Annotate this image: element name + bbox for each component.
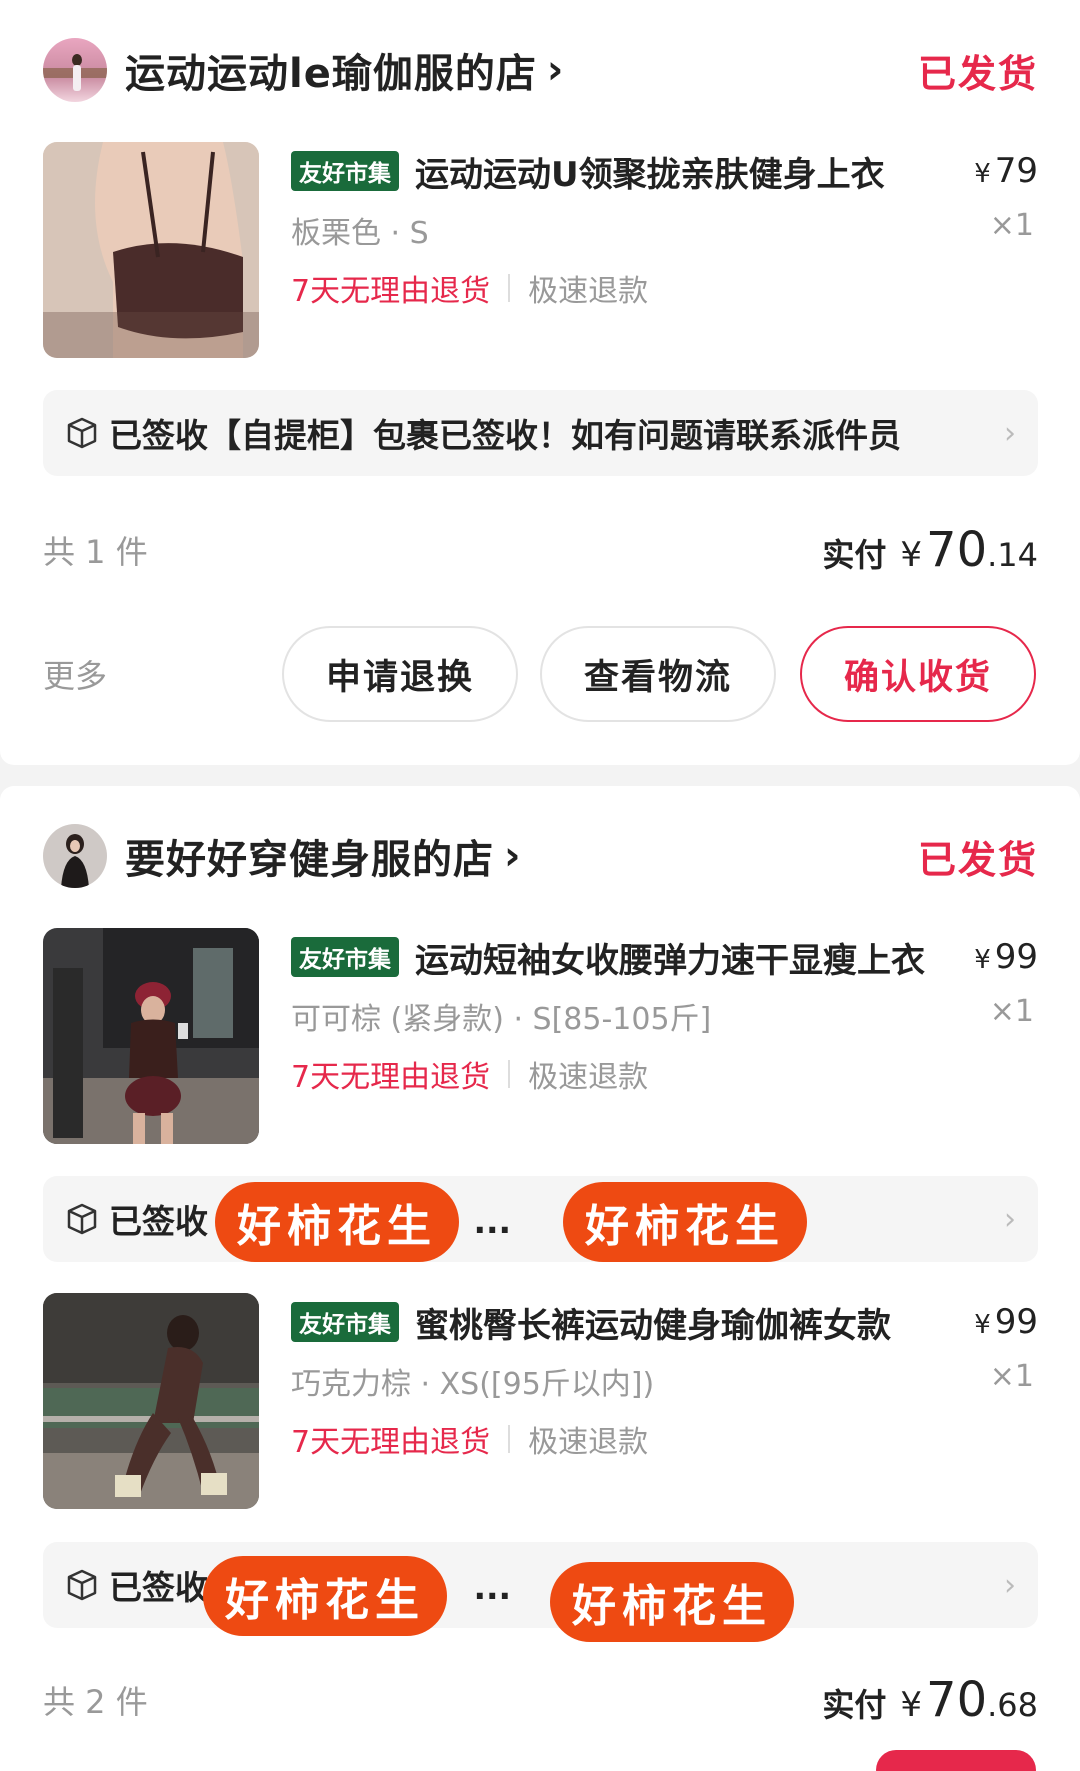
currency-symbol: ¥ <box>974 945 991 975</box>
logistics-text: 已签收【自提柜】包裹已签收！如有问题请联系派件员 <box>109 416 901 455</box>
confirm-receipt-button[interactable]: 确认收货 <box>800 626 1036 722</box>
logistics-bar[interactable]: 已签收 快递已由 平台， ... › <box>43 1542 1038 1628</box>
chevron-right-icon[interactable]: › <box>547 47 563 93</box>
paid-decimal: .68 <box>987 1686 1038 1724</box>
product-tag: 友好市集 <box>291 937 399 977</box>
product-tag: 友好市集 <box>291 1302 399 1342</box>
product-item[interactable]: 友好市集 运动短袖女收腰弹力速干显瘦上衣 ¥99 可可棕 (紧身款) · S[8… <box>43 928 1038 1144</box>
product-info[interactable]: 友好市集 运动短袖女收腰弹力速干显瘦上衣 ¥99 可可棕 (紧身款) · S[8… <box>291 928 1038 1144</box>
return-policy: 7天无理由退货 <box>291 1425 491 1460</box>
partial-button[interactable] <box>876 1750 1036 1771</box>
product-image[interactable] <box>43 1293 259 1509</box>
watermark-sticker: 好柿花生 <box>563 1182 807 1262</box>
action-row: 更多 申请退换 查看物流 确认收货 <box>43 626 1038 722</box>
watermark-sticker: 好柿花生 <box>203 1556 447 1636</box>
product-spec: 板栗色 · S <box>291 216 429 251</box>
watermark-sticker: 好柿花生 <box>550 1562 794 1642</box>
product-qty: ×1 <box>989 208 1034 243</box>
product-price: ¥99 <box>974 937 1038 977</box>
shop-name[interactable]: 要好好穿健身服的店 <box>125 827 494 885</box>
package-box-icon <box>67 1569 97 1601</box>
view-logistics-button[interactable]: 查看物流 <box>540 626 776 722</box>
divider <box>508 1060 511 1088</box>
paid-label: 实付 <box>822 1686 887 1724</box>
chevron-right-icon[interactable]: › <box>1004 1202 1016 1237</box>
service-badges: 7天无理由退货 极速退款 <box>291 266 648 310</box>
product-title[interactable]: 运动运动U领聚拢亲肤健身上衣 <box>415 147 958 196</box>
order-card[interactable]: 运动运动le瑜伽服的店 › 已发货 友好市集 运动运动U领聚拢亲肤健身上衣 ¥7… <box>0 0 1080 765</box>
shop-header[interactable]: 要好好穿健身服的店 › 已发货 <box>43 824 1038 888</box>
service-badges: 7天无理由退货 极速退款 <box>291 1052 648 1096</box>
product-spec: 可可棕 (紧身款) · S[85-105斤] <box>291 1002 712 1037</box>
product-qty: ×1 <box>989 994 1034 1029</box>
more-button[interactable]: 更多 <box>43 651 107 697</box>
package-box-icon <box>67 1203 97 1235</box>
product-image[interactable] <box>43 142 259 358</box>
currency-symbol: ¥ <box>900 1685 923 1725</box>
currency-symbol: ¥ <box>900 535 923 575</box>
currency-symbol: ¥ <box>974 1310 991 1340</box>
chevron-right-icon[interactable]: › <box>504 833 520 879</box>
return-policy: 7天无理由退货 <box>291 1060 491 1095</box>
product-spec: 巧克力棕 · XS([95斤以内]) <box>291 1367 655 1402</box>
product-title[interactable]: 运动短袖女收腰弹力速干显瘦上衣 <box>415 933 958 982</box>
product-price: ¥79 <box>974 151 1038 191</box>
order-status: 已发货 <box>917 837 1038 882</box>
paid-label: 实付 <box>822 536 887 574</box>
order-status: 已发货 <box>917 51 1038 96</box>
refund-policy: 极速退款 <box>528 1425 649 1460</box>
currency-symbol: ¥ <box>974 159 991 189</box>
chevron-right-icon[interactable]: › <box>1004 1568 1016 1603</box>
paid-integer: 70 <box>926 522 988 578</box>
shop-avatar[interactable] <box>43 38 107 102</box>
paid-amount: 实付 ¥ 70 .14 <box>822 522 1038 578</box>
paid-decimal: .14 <box>987 536 1038 574</box>
item-count: 共 1 件 <box>43 533 148 571</box>
product-title[interactable]: 蜜桃臀长裤运动健身瑜伽裤女款 <box>415 1298 958 1347</box>
package-box-icon <box>67 417 97 449</box>
divider <box>508 274 511 302</box>
shop-avatar[interactable] <box>43 824 107 888</box>
product-item[interactable]: 友好市集 运动运动U领聚拢亲肤健身上衣 ¥79 板栗色 · S ×1 7天无理由… <box>43 142 1038 358</box>
product-qty: ×1 <box>989 1359 1034 1394</box>
product-price: ¥99 <box>974 1302 1038 1342</box>
divider <box>508 1425 511 1453</box>
paid-amount: 实付 ¥ 70 .68 <box>822 1672 1038 1728</box>
order-summary: 共 1 件 实付 ¥ 70 .14 <box>43 520 1038 580</box>
return-exchange-button[interactable]: 申请退换 <box>282 626 518 722</box>
product-info[interactable]: 友好市集 蜜桃臀长裤运动健身瑜伽裤女款 ¥99 巧克力棕 · XS([95斤以内… <box>291 1293 1038 1509</box>
product-info[interactable]: 友好市集 运动运动U领聚拢亲肤健身上衣 ¥79 板栗色 · S ×1 7天无理由… <box>291 142 1038 358</box>
logistics-bar[interactable]: 已签收 快递已由 平台， ... › <box>43 1176 1038 1262</box>
refund-policy: 极速退款 <box>528 1060 649 1095</box>
service-badges: 7天无理由退货 极速退款 <box>291 1417 648 1461</box>
logistics-bar[interactable]: 已签收【自提柜】包裹已签收！如有问题请联系派件员 › <box>43 390 1038 476</box>
product-item[interactable]: 友好市集 蜜桃臀长裤运动健身瑜伽裤女款 ¥99 巧克力棕 · XS([95斤以内… <box>43 1293 1038 1509</box>
return-policy: 7天无理由退货 <box>291 274 491 309</box>
chevron-right-icon[interactable]: › <box>1004 416 1016 451</box>
shop-name[interactable]: 运动运动le瑜伽服的店 <box>125 41 537 99</box>
product-tag: 友好市集 <box>291 151 399 191</box>
product-image[interactable] <box>43 928 259 1144</box>
item-count: 共 2 件 <box>43 1683 148 1721</box>
watermark-sticker: 好柿花生 <box>215 1182 459 1262</box>
refund-policy: 极速退款 <box>528 274 649 309</box>
order-card[interactable]: 要好好穿健身服的店 › 已发货 友好市集 运动短袖女收腰弹力速干显瘦上衣 ¥ 9… <box>0 786 1080 1771</box>
shop-header[interactable]: 运动运动le瑜伽服的店 › 已发货 <box>43 38 1038 102</box>
order-summary: 共 2 件 实付 ¥ 70 .68 <box>43 1670 1038 1730</box>
paid-integer: 70 <box>926 1672 988 1728</box>
